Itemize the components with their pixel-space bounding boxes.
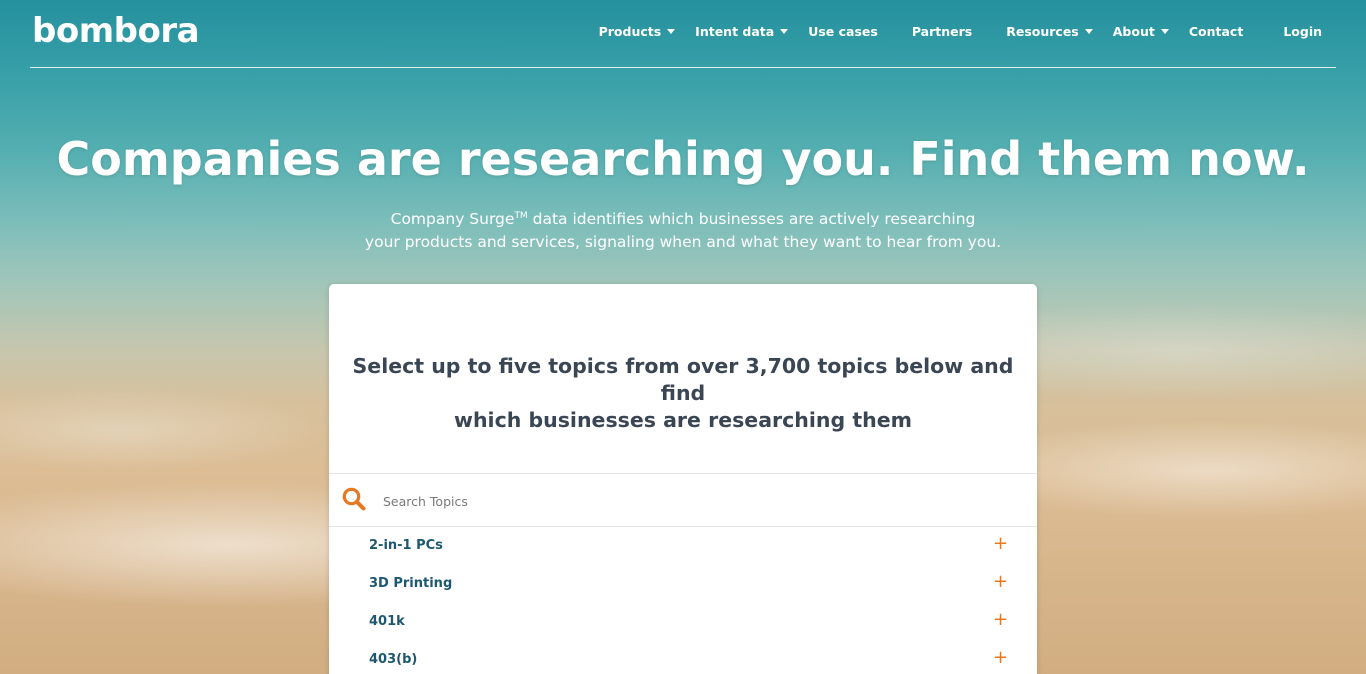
topic-selector-card: Select up to five topics from over 3,700…	[329, 284, 1037, 674]
bombora-logo[interactable]: bombora	[32, 11, 200, 51]
trademark-symbol: TM	[514, 211, 528, 221]
nav-label: Resources	[1006, 24, 1079, 39]
heading-line-1: Select up to five topics from over 3,700…	[352, 354, 1014, 405]
nav-label: About	[1112, 24, 1155, 39]
nav-label: Products	[598, 24, 662, 39]
topic-label: 401k	[369, 614, 405, 629]
heading-line-2: which businesses are researching them	[454, 408, 912, 432]
site-header: bombora Products Intent data Use cases P…	[30, 0, 1336, 68]
nav-item-products[interactable]: Products	[599, 24, 676, 39]
topic-search-input[interactable]	[381, 488, 985, 514]
topic-item-3d-printing[interactable]: 3D Printing +	[329, 565, 1037, 603]
main-nav: Products Intent data Use cases Partners …	[599, 24, 1322, 39]
topic-selector-heading: Select up to five topics from over 3,700…	[329, 353, 1037, 434]
nav-item-about[interactable]: About	[1113, 24, 1169, 39]
hero-subtitle-line-2: your products and services, signaling wh…	[364, 232, 1002, 251]
topic-item-401k[interactable]: 401k +	[329, 603, 1037, 641]
plus-icon[interactable]: +	[993, 648, 1008, 668]
nav-label: Intent data	[695, 24, 775, 39]
plus-icon[interactable]: +	[993, 534, 1008, 554]
chevron-down-icon	[667, 29, 676, 34]
plus-icon[interactable]: +	[993, 572, 1008, 592]
chevron-down-icon	[1160, 29, 1169, 34]
nav-label: Partners	[911, 24, 973, 39]
chevron-down-icon	[1084, 29, 1093, 34]
nav-label: Contact	[1188, 24, 1244, 39]
search-icon	[342, 487, 366, 511]
topic-list: 2-in-1 PCs + 3D Printing + 401k + 403(b)…	[329, 527, 1037, 674]
nav-label: Use cases	[808, 24, 878, 39]
nav-item-resources[interactable]: Resources	[1006, 24, 1093, 39]
topic-label: 3D Printing	[369, 576, 453, 591]
chevron-down-icon	[780, 29, 789, 34]
nav-label: Login	[1283, 24, 1322, 39]
topic-label: 2-in-1 PCs	[369, 538, 443, 553]
topic-search-bar	[329, 473, 1037, 527]
hero-subtitle: Company SurgeTM data identifies which bu…	[0, 205, 1366, 253]
topic-item-403b[interactable]: 403(b) +	[329, 641, 1037, 674]
topic-label: 403(b)	[369, 652, 418, 667]
hero-title: Companies are researching you. Find them…	[56, 132, 1310, 186]
topic-item-2-in-1-pcs[interactable]: 2-in-1 PCs +	[329, 527, 1037, 565]
nav-item-intent-data[interactable]: Intent data	[695, 24, 789, 39]
nav-item-contact[interactable]: Contact	[1189, 24, 1243, 39]
hero-subtitle-line-1: Company SurgeTM data identifies which bu…	[0, 205, 1366, 231]
plus-icon[interactable]: +	[993, 610, 1008, 630]
company-surge-brand: Company Surge	[390, 210, 515, 229]
nav-item-partners[interactable]: Partners	[912, 24, 972, 39]
hero-subtitle-line-1-text: data identifies which businesses are act…	[527, 210, 976, 229]
nav-item-use-cases[interactable]: Use cases	[808, 24, 878, 39]
nav-item-login[interactable]: Login	[1283, 24, 1322, 39]
